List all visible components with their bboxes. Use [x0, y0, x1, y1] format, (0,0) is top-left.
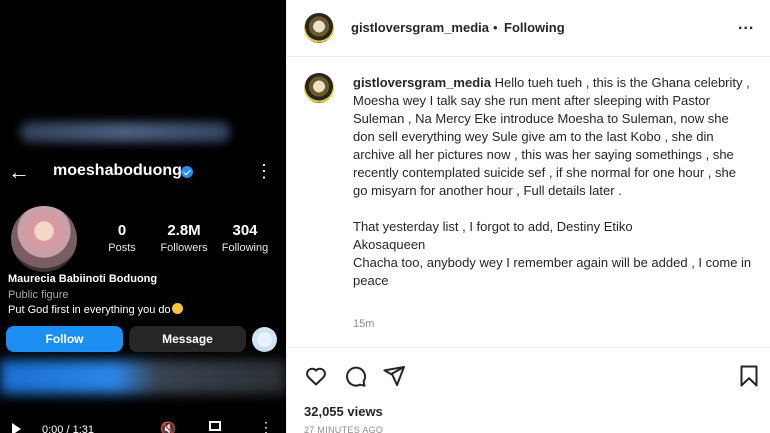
kebab-icon: ⋮ — [255, 161, 273, 181]
play-icon[interactable] — [12, 423, 21, 433]
bio-text: Put God first in everything you do — [8, 304, 171, 316]
video-controls: 0:00 / 1:31 🔇 ⋮ — [0, 418, 286, 433]
caption-username-link[interactable]: gistloversgram_media — [353, 75, 491, 90]
following-count: 304 — [232, 222, 258, 239]
post-media[interactable]: ← moeshaboduong ⋮ 0 Posts 2.8M Followers… — [0, 0, 286, 433]
stat-following: 304 Following — [218, 222, 272, 254]
smile-emoji-icon — [171, 303, 183, 314]
back-arrow-icon: ← — [8, 159, 30, 184]
views-count[interactable]: 32,055 views — [304, 404, 383, 419]
volume-muted-icon[interactable]: 🔇 — [160, 421, 176, 433]
stat-followers: 2.8M Followers — [155, 222, 213, 254]
author-avatar[interactable] — [304, 13, 334, 43]
video-more-icon[interactable]: ⋮ — [259, 419, 273, 433]
follow-button: Follow — [6, 326, 123, 352]
verified-badge-icon — [181, 166, 193, 178]
post-detail-panel: gistloversgram_media • Following ... gis… — [286, 0, 770, 433]
profile-bio: Put God first in everything you do — [8, 303, 183, 316]
blurred-region — [20, 122, 230, 142]
blurred-region — [0, 360, 286, 394]
video-time: 0:00 / 1:31 — [42, 424, 94, 433]
post-header: gistloversgram_media • Following ... — [287, 0, 770, 57]
profile-full-name: Maurecia Babiinoti Boduong — [8, 273, 158, 285]
following-label: Following — [221, 242, 269, 254]
posted-time: 27 MINUTES AGO — [304, 425, 384, 433]
caption-author-avatar[interactable] — [304, 73, 334, 103]
fullscreen-icon[interactable] — [209, 421, 221, 431]
stat-posts: 0 Posts — [103, 222, 141, 254]
caption-timestamp[interactable]: 15m — [353, 318, 374, 330]
caption-para-2: That yesterday list , I forgot to add, D… — [353, 219, 633, 234]
heart-icon[interactable] — [304, 364, 328, 388]
posts-label: Posts — [108, 242, 136, 254]
separator-dot: • — [493, 20, 498, 35]
following-button[interactable]: Following — [504, 20, 565, 35]
more-options-icon[interactable]: ... — [738, 16, 754, 34]
followers-label: Followers — [160, 242, 208, 254]
profile-handle: moeshaboduong — [53, 162, 182, 179]
caption-text: gistloversgram_media Hello tueh tueh , t… — [353, 74, 753, 290]
posts-count: 0 — [117, 222, 127, 239]
action-bar — [287, 347, 770, 401]
profile-avatar — [11, 206, 77, 272]
author-username-link[interactable]: gistloversgram_media — [351, 20, 489, 35]
profile-category: Public figure — [8, 289, 69, 301]
followers-count: 2.8M — [167, 222, 201, 239]
profile-header: ← moeshaboduong ⋮ — [0, 158, 286, 186]
caption-body: Hello tueh tueh , this is the Ghana cele… — [353, 75, 750, 198]
comment-icon[interactable] — [343, 364, 367, 388]
share-icon[interactable] — [382, 364, 406, 388]
caption-para-4: Chacha too, anybody wey I remember again… — [353, 255, 752, 288]
suggested-users-button — [252, 327, 277, 352]
caption-para-3: Akosaqueen — [353, 237, 426, 252]
message-button: Message — [129, 326, 246, 352]
bookmark-icon[interactable] — [737, 364, 761, 388]
